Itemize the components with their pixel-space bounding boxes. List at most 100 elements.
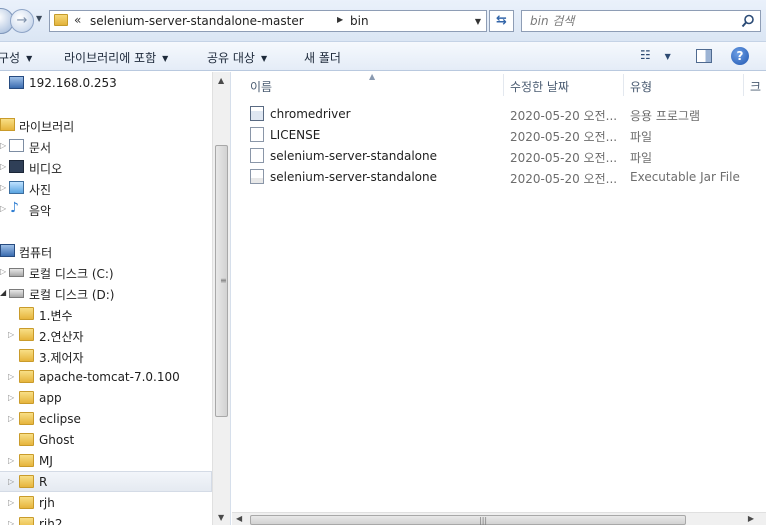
nav-item-label: 비디오 bbox=[29, 162, 63, 176]
folder-icon bbox=[19, 496, 34, 509]
breadcrumb-chevron-icon[interactable]: ▶ bbox=[337, 15, 343, 24]
nav-item-documents[interactable]: ▷ 문서 bbox=[0, 136, 212, 157]
share-with-label: 공유 대상 bbox=[207, 51, 255, 65]
scrollbar-thumb[interactable]: ≡ bbox=[215, 145, 228, 417]
folder-icon bbox=[19, 328, 34, 341]
expand-icon[interactable]: ▷ bbox=[8, 414, 14, 423]
file-type: 응용 프로그램 bbox=[630, 109, 701, 123]
scroll-up-icon[interactable]: ▲ bbox=[218, 76, 224, 85]
nav-item-pictures[interactable]: ▷ 사진 bbox=[0, 178, 212, 199]
help-button[interactable]: ? bbox=[731, 47, 749, 65]
library-icon bbox=[0, 118, 15, 131]
nav-item-label: 사진 bbox=[29, 183, 52, 197]
column-header-name[interactable]: 이름 bbox=[250, 78, 272, 95]
refresh-button[interactable]: ⇆ bbox=[489, 10, 514, 32]
nav-item-label: eclipse bbox=[39, 412, 81, 426]
nav-folder-item-selected[interactable]: ▷ R bbox=[0, 471, 212, 492]
nav-folder-item[interactable]: ▷ app bbox=[0, 388, 212, 409]
file-row[interactable]: selenium-server-standalone 2020-05-20 오전… bbox=[246, 166, 766, 187]
column-header-type[interactable]: 유형 bbox=[630, 78, 652, 95]
forward-button[interactable]: → bbox=[10, 9, 34, 33]
column-divider[interactable] bbox=[623, 74, 624, 96]
preview-pane-button[interactable] bbox=[696, 49, 712, 63]
column-divider[interactable] bbox=[503, 74, 504, 96]
expand-icon[interactable]: ▷ bbox=[0, 183, 6, 192]
column-header-date-modified[interactable]: 수정한 날짜 bbox=[510, 78, 569, 95]
expand-icon[interactable]: ▷ bbox=[0, 141, 6, 150]
include-in-library-label: 라이브러리에 포함 bbox=[64, 51, 157, 65]
expand-icon[interactable]: ▷ bbox=[8, 330, 14, 339]
organize-menu[interactable]: 구성 ▼ bbox=[0, 49, 32, 66]
nav-folder-item[interactable]: 1.변수 bbox=[0, 304, 212, 325]
nav-item-label: rjh2 bbox=[39, 517, 63, 525]
chevron-down-icon: ▼ bbox=[664, 52, 671, 61]
share-with-menu[interactable]: 공유 대상 ▼ bbox=[207, 49, 267, 66]
nav-folder-item[interactable]: ▷ 2.연산자 bbox=[0, 325, 212, 346]
nav-item-label: 컴퓨터 bbox=[19, 246, 53, 260]
scrollbar-thumb[interactable]: ||| bbox=[250, 515, 686, 525]
sort-ascending-icon: ▲ bbox=[369, 72, 376, 81]
nav-folder-item[interactable]: ▷ rjh bbox=[0, 493, 212, 514]
nav-folder-item[interactable]: ▷ apache-tomcat-7.0.100 bbox=[0, 367, 212, 388]
breadcrumb-overflow[interactable]: « bbox=[74, 13, 81, 27]
nav-item-network-host[interactable]: 192.168.0.253 bbox=[0, 73, 212, 94]
expand-icon[interactable]: ▷ bbox=[0, 204, 6, 213]
nav-item-videos[interactable]: ▷ 비디오 bbox=[0, 157, 212, 178]
file-row[interactable]: chromedriver 2020-05-20 오전... 응용 프로그램 bbox=[246, 103, 766, 124]
breadcrumb-segment[interactable]: selenium-server-standalone-master bbox=[90, 14, 304, 28]
include-in-library-menu[interactable]: 라이브러리에 포함 ▼ bbox=[64, 49, 168, 66]
file-name: selenium-server-standalone bbox=[270, 149, 438, 163]
recent-pages-dropdown[interactable]: ▼ bbox=[36, 14, 46, 26]
expand-icon[interactable]: ▷ bbox=[8, 456, 14, 465]
scroll-down-icon[interactable]: ▼ bbox=[218, 513, 224, 522]
nav-item-drive-d[interactable]: ◢ 로컬 디스크 (D:) bbox=[0, 283, 212, 304]
scroll-right-icon[interactable]: ▶ bbox=[748, 514, 754, 523]
horizontal-scrollbar[interactable]: ◀ ||| ▶ bbox=[232, 512, 766, 525]
nav-item-computer[interactable]: 컴퓨터 bbox=[0, 241, 212, 262]
search-box[interactable] bbox=[521, 10, 761, 32]
nav-item-drive-c[interactable]: ▷ 로컬 디스크 (C:) bbox=[0, 262, 212, 283]
collapse-icon[interactable]: ◢ bbox=[0, 288, 6, 297]
nav-folder-item[interactable]: ▷ rjh2 bbox=[0, 514, 212, 525]
nav-item-libraries[interactable]: 라이브러리 bbox=[0, 115, 212, 136]
drive-icon bbox=[9, 289, 24, 298]
breadcrumb-segment[interactable]: bin bbox=[350, 14, 369, 28]
change-view-button[interactable]: ☷ ▼ bbox=[640, 48, 680, 66]
expand-icon[interactable]: ▷ bbox=[8, 519, 14, 525]
arrow-right-icon: → bbox=[16, 13, 28, 28]
documents-icon bbox=[9, 139, 24, 152]
expand-icon[interactable]: ▷ bbox=[0, 162, 6, 171]
expand-icon[interactable]: ▷ bbox=[8, 372, 14, 381]
nav-folder-item[interactable]: ▷ MJ bbox=[0, 451, 212, 472]
expand-icon[interactable]: ▷ bbox=[8, 477, 14, 486]
application-icon bbox=[250, 106, 264, 121]
column-header-size[interactable]: 크 bbox=[750, 78, 761, 95]
file-row[interactable]: LICENSE 2020-05-20 오전... 파일 bbox=[246, 124, 766, 145]
nav-folder-item[interactable]: Ghost bbox=[0, 430, 212, 451]
nav-folder-item[interactable]: 3.제어자 bbox=[0, 346, 212, 367]
navigation-scrollbar[interactable]: ▲ ≡ ▼ bbox=[212, 72, 230, 525]
address-dropdown-icon[interactable]: ▼ bbox=[475, 17, 481, 26]
search-input[interactable] bbox=[522, 11, 732, 31]
nav-folder-item[interactable]: ▷ eclipse bbox=[0, 409, 212, 430]
folder-icon bbox=[19, 475, 34, 488]
nav-item-label: 로컬 디스크 (D:) bbox=[29, 288, 115, 302]
address-bar-area: → ▼ « selenium-server-standalone-master … bbox=[0, 0, 766, 42]
nav-item-label: 1.변수 bbox=[39, 309, 73, 323]
expand-icon[interactable]: ▷ bbox=[0, 267, 6, 276]
file-row[interactable]: selenium-server-standalone 2020-05-20 오전… bbox=[246, 145, 766, 166]
nav-item-label: apache-tomcat-7.0.100 bbox=[39, 370, 180, 384]
expand-icon[interactable]: ▷ bbox=[8, 393, 14, 402]
search-icon[interactable] bbox=[741, 14, 755, 28]
expand-icon[interactable]: ▷ bbox=[8, 498, 14, 507]
scroll-left-icon[interactable]: ◀ bbox=[236, 514, 242, 523]
file-icon bbox=[250, 127, 264, 142]
folder-icon bbox=[54, 14, 68, 26]
new-folder-button[interactable]: 새 폴더 bbox=[304, 49, 341, 66]
help-icon: ? bbox=[736, 49, 744, 63]
file-list: ▲ 이름 수정한 날짜 유형 크 chromedriver 2020-05-20… bbox=[232, 72, 766, 525]
address-box[interactable]: « selenium-server-standalone-master ▶ bi… bbox=[49, 10, 487, 32]
chevron-down-icon: ▼ bbox=[260, 54, 268, 63]
nav-item-music[interactable]: ▷ ♪ 음악 bbox=[0, 199, 212, 220]
column-divider[interactable] bbox=[743, 74, 744, 96]
